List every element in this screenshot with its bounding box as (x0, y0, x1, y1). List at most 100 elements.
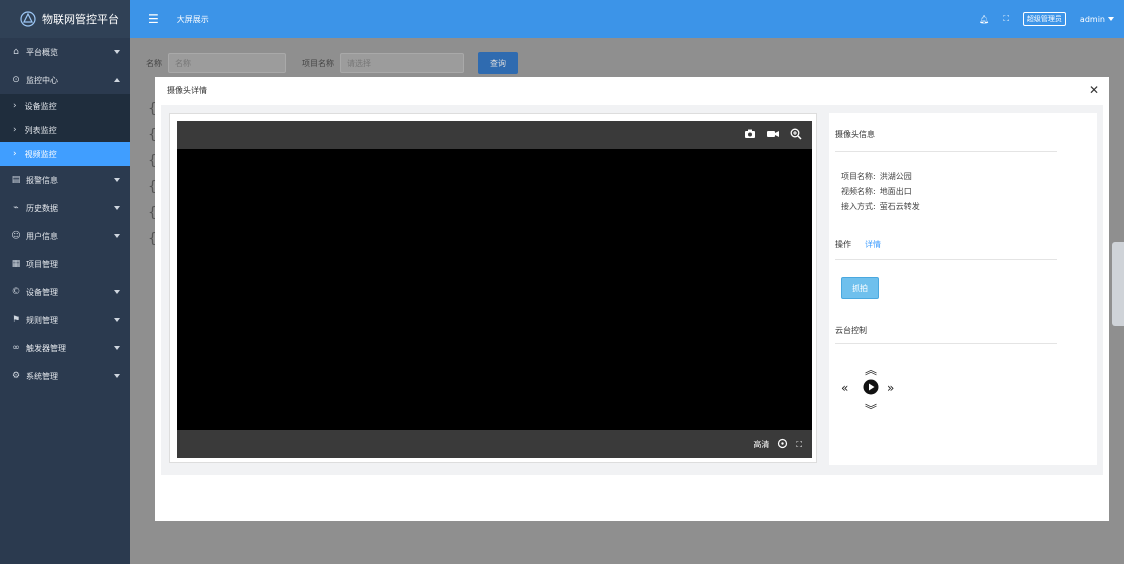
access-mode-label: 接入方式: (841, 202, 876, 211)
camera-info-list: 项目名称: 洪湖公园 视频名称: 地面出口 接入方式: 萤石云转发 (841, 169, 920, 214)
logo-icon (20, 11, 36, 27)
sidebar-item-label: 规则管理 (26, 315, 58, 325)
quality-toggle[interactable]: 高清 (753, 439, 769, 450)
trigger-icon: ∞ (12, 343, 20, 353)
chevron-down-icon (114, 346, 120, 350)
chevron-down-icon (114, 178, 120, 182)
sidebar-item-label: 触发器管理 (26, 343, 66, 353)
username: admin (1079, 14, 1105, 24)
sidebar-subitem-label: 列表监控 (24, 125, 57, 135)
name-input[interactable]: 名称 (168, 53, 286, 73)
zoom-in-icon[interactable] (790, 128, 802, 143)
alarm-icon: ▤ (11, 175, 21, 185)
camera-info-panel: 摄像头信息 项目名称: 洪湖公园 视频名称: 地面出口 接入方式: 萤石云转发 操作 … (829, 113, 1097, 465)
app-logo[interactable]: 物联网管控平台 (0, 0, 130, 38)
chevron-down-icon (114, 234, 120, 238)
chevron-down-icon (1108, 17, 1114, 21)
sidebar-item-projects[interactable]: ▦ 项目管理 (0, 250, 130, 278)
sidebar-item-label: 平台概览 (26, 47, 58, 57)
sidebar-item-rules[interactable]: ⚑ 规则管理 (0, 306, 130, 334)
project-icon: ▦ (11, 259, 21, 269)
fullscreen-icon[interactable]: ⛶ (796, 440, 802, 450)
sidebar-menu: ⌂ 平台概览 ⊙ 监控中心 › 设备监控 › 列表监控 › 视频监控 ▤ 报警信… (0, 38, 130, 390)
sidebar-item-users[interactable]: ☺ 用户信息 (0, 222, 130, 250)
sidebar-item-alarm[interactable]: ▤ 报警信息 (0, 166, 130, 194)
home-icon: ⌂ (13, 47, 19, 57)
access-mode-value: 萤石云转发 (879, 202, 920, 211)
project-name-value: 洪湖公园 (879, 172, 912, 181)
chevron-down-icon (114, 290, 120, 294)
monitor-submenu: › 设备监控 › 列表监控 › 视频监控 (0, 94, 130, 166)
sidebar-item-label: 系统管理 (26, 371, 58, 381)
chevron-up-icon (114, 78, 120, 82)
ptz-up-icon[interactable]: ︽ (865, 361, 877, 378)
chevron-down-icon (114, 206, 120, 210)
video-name-value: 地面出口 (879, 187, 912, 196)
sidebar-subitem-label: 设备监控 (24, 101, 57, 111)
operations-title: 操作 (835, 240, 851, 249)
sidebar: 物联网管控平台 ⌂ 平台概览 ⊙ 监控中心 › 设备监控 › 列表监控 › 视频… (0, 0, 130, 564)
filter-bar: 名称 名称 项目名称 请选择 查询 (146, 52, 518, 74)
sidebar-item-system[interactable]: ⚙ 系统管理 (0, 362, 130, 390)
sidebar-item-label: 报警信息 (26, 175, 58, 185)
chevron-down-icon (114, 50, 120, 54)
chevron-down-icon (114, 374, 120, 378)
ptz-left-icon[interactable]: « (841, 381, 848, 395)
divider (835, 151, 1057, 152)
sidebar-item-monitor-center[interactable]: ⊙ 监控中心 (0, 66, 130, 94)
menu-toggle-icon[interactable]: ☰ (148, 12, 159, 26)
topbar-actions: 🔔︎ ⛶ 超级管理员 admin (979, 12, 1114, 26)
monitor-icon: ⊙ (12, 75, 20, 85)
camera-info-title: 摄像头信息 (835, 130, 875, 139)
topbar: ☰ 大屏展示 🔔︎ ⛶ 超级管理员 admin (130, 0, 1124, 38)
record-video-icon[interactable] (766, 128, 780, 143)
refresh-icon[interactable] (777, 438, 788, 451)
project-name-label: 项目名称: (841, 172, 876, 181)
camera-icon[interactable] (744, 128, 756, 143)
query-button[interactable]: 查询 (478, 52, 518, 74)
app-title: 物联网管控平台 (42, 13, 119, 26)
project-select[interactable]: 请选择 (340, 53, 464, 73)
video-toolbar-top (177, 121, 812, 149)
sidebar-item-label: 监控中心 (26, 75, 58, 85)
video-bottom-icons: 高清 ⛶ (753, 438, 802, 451)
video-top-icons (744, 128, 802, 143)
fullscreen-icon[interactable]: ⛶ (1003, 14, 1009, 24)
bigscreen-link[interactable]: 大屏展示 (177, 14, 209, 25)
video-toolbar-bottom: 高清 ⛶ (177, 430, 812, 458)
operations-row: 操作 详情 (835, 239, 881, 250)
user-menu[interactable]: admin (1080, 15, 1114, 24)
bell-icon[interactable]: 🔔︎ (979, 15, 989, 24)
rule-icon: ⚑ (11, 315, 21, 325)
close-icon[interactable]: ✕ (1089, 83, 1099, 97)
dialog-header: 摄像头详情 ✕ (155, 77, 1109, 103)
sidebar-item-devices[interactable]: © 设备管理 (0, 278, 130, 306)
sidebar-subitem-list-monitor[interactable]: › 列表监控 (0, 118, 130, 142)
sidebar-subitem-video-monitor[interactable]: › 视频监控 (0, 142, 130, 166)
role-badge: 超级管理员 (1022, 12, 1066, 26)
sidebar-subitem-device-monitor[interactable]: › 设备监控 (0, 94, 130, 118)
chevron-right-icon: › (13, 149, 17, 159)
side-scroll-handle[interactable] (1112, 242, 1124, 326)
project-label: 项目名称 (302, 58, 334, 68)
ptz-play-icon[interactable] (863, 379, 879, 398)
ptz-right-icon[interactable]: » (887, 381, 894, 395)
chevron-right-icon: › (13, 125, 17, 135)
sidebar-item-label: 设备管理 (26, 287, 58, 297)
ptz-down-icon[interactable]: ︾ (865, 401, 877, 418)
video-name-label: 视频名称: (841, 187, 876, 196)
sidebar-item-triggers[interactable]: ∞ 触发器管理 (0, 334, 130, 362)
sidebar-item-label: 历史数据 (26, 203, 58, 213)
detail-link[interactable]: 详情 (865, 239, 881, 250)
sidebar-item-overview[interactable]: ⌂ 平台概览 (0, 38, 130, 66)
snapshot-button[interactable]: 抓拍 (841, 277, 879, 299)
video-player[interactable]: 高清 ⛶ (177, 121, 812, 458)
dialog-title: 摄像头详情 (167, 85, 207, 95)
chevron-down-icon (114, 318, 120, 322)
divider (835, 259, 1057, 260)
sidebar-item-history[interactable]: ⌁ 历史数据 (0, 194, 130, 222)
sidebar-subitem-label: 视频监控 (24, 149, 57, 159)
divider (835, 343, 1057, 344)
user-icon: ☺ (11, 231, 21, 241)
chart-icon: ⌁ (13, 203, 19, 213)
